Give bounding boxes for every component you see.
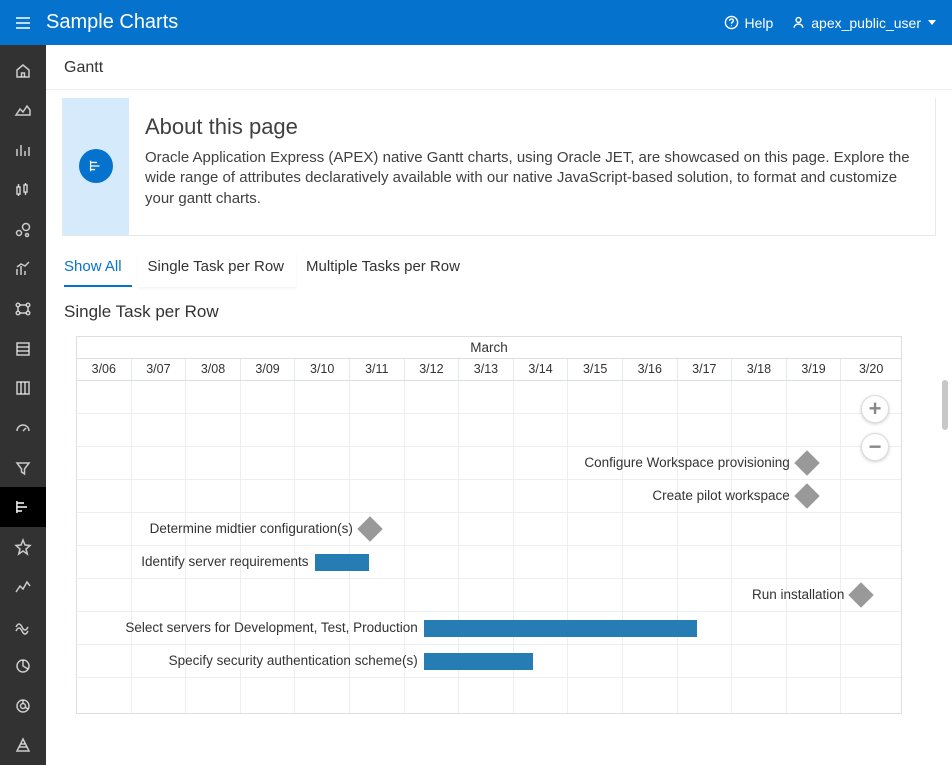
gantt-row <box>77 414 901 447</box>
about-icon-column <box>63 98 129 235</box>
gantt-task-bar[interactable] <box>424 620 697 637</box>
help-link[interactable]: Help <box>716 15 781 31</box>
sidebar-item-bar[interactable] <box>0 130 46 170</box>
sidebar-item-boxplot[interactable] <box>0 170 46 210</box>
gantt-chart[interactable]: March 3/063/073/083/093/103/113/123/133/… <box>76 336 902 714</box>
gantt-day-header: 3/14 <box>514 359 569 380</box>
gantt-day-header: 3/06 <box>77 359 132 380</box>
menu-toggle-button[interactable] <box>0 0 46 45</box>
gantt-milestone[interactable] <box>794 483 819 508</box>
sidebar <box>0 45 46 765</box>
sidebar-item-network[interactable] <box>0 289 46 329</box>
sidebar-item-wave[interactable] <box>0 606 46 646</box>
sidebar-item-gantt[interactable] <box>0 487 46 527</box>
gantt-milestone[interactable] <box>357 516 382 541</box>
tab-single-task[interactable]: Single Task per Row <box>138 250 296 287</box>
main-content: Gantt About this page Oracle Application… <box>46 45 952 765</box>
hamburger-icon <box>14 14 32 32</box>
gantt-row: Select servers for Development, Test, Pr… <box>77 612 901 645</box>
gantt-row: Identify server requirements <box>77 546 901 579</box>
section-title: Single Task per Row <box>46 288 952 336</box>
gantt-day-header: 3/13 <box>459 359 514 380</box>
help-icon <box>724 15 739 30</box>
app-title: Sample Charts <box>46 11 178 34</box>
page-title: Gantt <box>46 45 952 90</box>
gantt-days-header: 3/063/073/083/093/103/113/123/133/143/15… <box>77 359 901 381</box>
tab-multiple-tasks[interactable]: Multiple Tasks per Row <box>296 250 472 287</box>
zoom-out-button[interactable]: − <box>861 433 889 461</box>
gantt-day-header: 3/16 <box>623 359 678 380</box>
gantt-row: Create pilot workspace <box>77 480 901 513</box>
gantt-task-bar[interactable] <box>424 653 533 670</box>
sidebar-item-home[interactable] <box>0 51 46 91</box>
sidebar-item-columns[interactable] <box>0 368 46 408</box>
sidebar-item-area[interactable] <box>0 91 46 131</box>
gantt-day-header: 3/09 <box>241 359 296 380</box>
user-menu[interactable]: apex_public_user <box>781 15 942 31</box>
about-card: About this page Oracle Application Expre… <box>62 98 936 236</box>
tabs: Show All Single Task per Row Multiple Ta… <box>46 236 952 288</box>
gantt-day-header: 3/11 <box>350 359 405 380</box>
gantt-task-label: Configure Workspace provisioning <box>584 455 789 470</box>
about-body: Oracle Application Express (APEX) native… <box>145 148 915 209</box>
sidebar-item-pyramid[interactable] <box>0 725 46 765</box>
tab-show-all[interactable]: Show All <box>64 250 132 287</box>
gantt-day-header: 3/19 <box>787 359 842 380</box>
sidebar-item-gauge[interactable] <box>0 408 46 448</box>
sidebar-item-pie[interactable] <box>0 646 46 686</box>
sidebar-item-spark[interactable] <box>0 527 46 567</box>
app-header: Sample Charts Help apex_public_user <box>0 0 952 45</box>
gantt-task-label: Run installation <box>752 587 844 602</box>
gantt-day-header: 3/12 <box>405 359 460 380</box>
gantt-row <box>77 381 901 414</box>
gantt-row: Run installation <box>77 579 901 612</box>
gantt-task-label: Identify server requirements <box>141 554 308 569</box>
chevron-down-icon <box>928 20 936 25</box>
zoom-in-button[interactable]: + <box>861 395 889 423</box>
sidebar-item-funnel[interactable] <box>0 448 46 488</box>
gantt-task-label: Determine midtier configuration(s) <box>150 521 353 536</box>
sidebar-item-donut[interactable] <box>0 686 46 726</box>
about-heading: About this page <box>145 114 915 140</box>
gantt-day-header: 3/15 <box>568 359 623 380</box>
gantt-rows: Configure Workspace provisioning Create p… <box>77 381 901 711</box>
gantt-container: March 3/063/073/083/093/103/113/123/133/… <box>76 336 936 714</box>
gantt-milestone[interactable] <box>794 450 819 475</box>
gantt-row <box>77 678 901 711</box>
gantt-row: Determine midtier configuration(s) <box>77 513 901 546</box>
gantt-day-header: 3/07 <box>132 359 187 380</box>
gantt-milestone[interactable] <box>849 582 874 607</box>
user-name: apex_public_user <box>811 15 921 31</box>
gantt-day-header: 3/20 <box>841 359 901 380</box>
sidebar-item-combo[interactable] <box>0 249 46 289</box>
gantt-day-header: 3/18 <box>732 359 787 380</box>
gantt-task-label: Specify security authentication scheme(s… <box>169 653 418 668</box>
gantt-icon <box>79 149 113 183</box>
gantt-day-header: 3/10 <box>295 359 350 380</box>
gantt-day-header: 3/17 <box>678 359 733 380</box>
user-icon <box>791 15 806 30</box>
gantt-task-bar[interactable] <box>315 554 370 571</box>
gantt-month-header: March <box>77 337 901 359</box>
gantt-task-label: Create pilot workspace <box>652 488 789 503</box>
sidebar-item-table[interactable] <box>0 329 46 369</box>
gantt-vertical-scrollbar[interactable] <box>942 380 948 430</box>
gantt-row: Specify security authentication scheme(s… <box>77 645 901 678</box>
gantt-task-label: Select servers for Development, Test, Pr… <box>125 620 417 635</box>
gantt-day-header: 3/08 <box>186 359 241 380</box>
gantt-row: Configure Workspace provisioning <box>77 447 901 480</box>
help-label: Help <box>744 15 773 31</box>
sidebar-item-line[interactable] <box>0 567 46 607</box>
sidebar-item-bubble[interactable] <box>0 210 46 250</box>
